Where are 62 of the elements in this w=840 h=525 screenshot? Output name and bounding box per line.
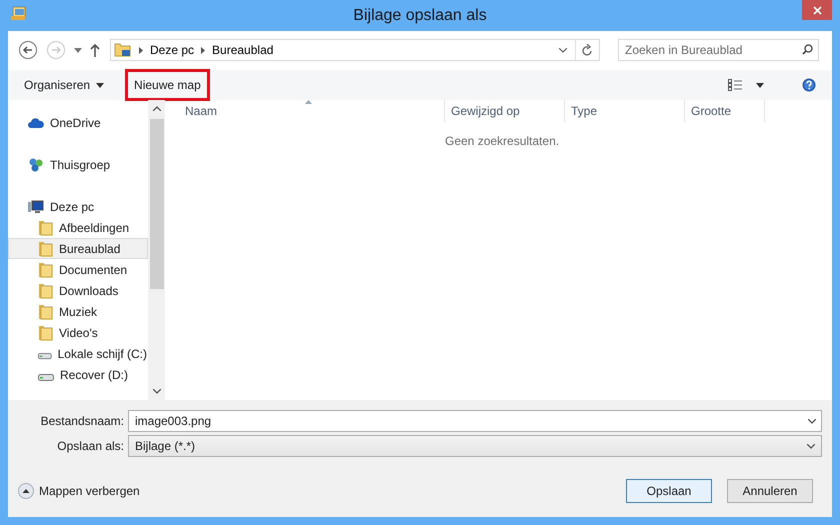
cloud-icon xyxy=(28,117,44,128)
nav-item[interactable]: Thuisgroep xyxy=(8,154,148,175)
field-label: Opslaan als: xyxy=(56,438,125,455)
nav-item[interactable]: Bureaublad xyxy=(8,238,148,259)
folder-icon xyxy=(38,220,53,236)
chevron-down-icon[interactable] xyxy=(559,48,567,52)
field-label: Bestandsnaam: xyxy=(40,413,125,430)
network-icon xyxy=(28,156,44,172)
breadcrumb[interactable]: Bureaublad xyxy=(212,41,274,59)
nav-item[interactable]: Muziek xyxy=(8,301,148,322)
scroll-up-icon[interactable] xyxy=(152,106,160,111)
organize-menu[interactable]: Organiseren xyxy=(18,72,110,98)
nav-item[interactable]: Video's xyxy=(8,322,148,343)
folder-icon xyxy=(38,304,53,320)
dropdown-icon xyxy=(96,82,104,88)
nav-item[interactable]: Deze pc xyxy=(8,196,148,217)
folder-icon xyxy=(114,42,132,58)
nav-item[interactable]: Afbeeldingen xyxy=(8,217,148,238)
app-icon xyxy=(10,6,28,22)
collapse-icon xyxy=(18,483,34,499)
column-header[interactable]: Naam xyxy=(165,100,445,122)
scrollbar-thumb[interactable] xyxy=(150,119,164,289)
close-button[interactable] xyxy=(802,0,832,20)
folder-icon xyxy=(38,324,53,340)
folder-icon xyxy=(38,282,53,298)
nav-item[interactable]: OneDrive xyxy=(8,112,148,133)
refresh-icon[interactable] xyxy=(582,44,593,56)
chevron-down-icon[interactable] xyxy=(808,419,816,424)
folder-icon xyxy=(38,240,53,256)
sort-arrow-icon xyxy=(305,100,312,104)
column-header[interactable]: Grootte xyxy=(685,100,765,122)
chevron-right-icon[interactable] xyxy=(139,46,143,54)
empty-message: Geen zoekresultaten. xyxy=(445,133,560,150)
address-bar[interactable]: Deze pc Bureaublad xyxy=(110,39,600,61)
search-icon xyxy=(802,44,813,55)
help-icon[interactable] xyxy=(802,78,816,92)
cancel-button[interactable]: Annuleren xyxy=(727,479,813,503)
close-icon xyxy=(812,6,822,14)
up-arrow-icon[interactable] xyxy=(90,44,100,56)
file-type-dropdown[interactable]: Bijlage (*.*) xyxy=(128,435,822,457)
hide-folders-button[interactable]: Mappen verbergen xyxy=(18,482,140,500)
back-icon[interactable] xyxy=(18,40,38,60)
save-button[interactable]: Opslaan xyxy=(626,479,712,503)
nav-item[interactable]: Lokale schijf (C:) xyxy=(8,343,148,364)
nav-item[interactable]: Documenten xyxy=(8,259,148,280)
chevron-down-icon[interactable] xyxy=(807,444,815,448)
view-options-icon[interactable] xyxy=(728,79,742,91)
dropdown-icon[interactable] xyxy=(756,82,764,88)
filename-field[interactable]: image003.png xyxy=(128,410,822,432)
chevron-right-icon[interactable] xyxy=(201,46,206,54)
folder-icon xyxy=(38,262,53,278)
column-header[interactable]: Type xyxy=(565,100,685,122)
new-folder-button[interactable]: Nieuwe map xyxy=(128,72,207,98)
breadcrumb[interactable]: Deze pc xyxy=(150,41,194,59)
nav-item[interactable]: Downloads xyxy=(8,280,148,301)
scroll-down-icon[interactable] xyxy=(152,389,160,394)
window-title: Bijlage opslaan als xyxy=(353,6,487,26)
computer-icon xyxy=(28,200,44,214)
column-header[interactable]: Gewijzigd op xyxy=(445,100,565,122)
scrollbar[interactable] xyxy=(148,100,165,400)
nav-item[interactable]: Recover (D:) xyxy=(8,364,148,385)
search-field[interactable]: Zoeken in Bureaublad xyxy=(618,39,819,61)
